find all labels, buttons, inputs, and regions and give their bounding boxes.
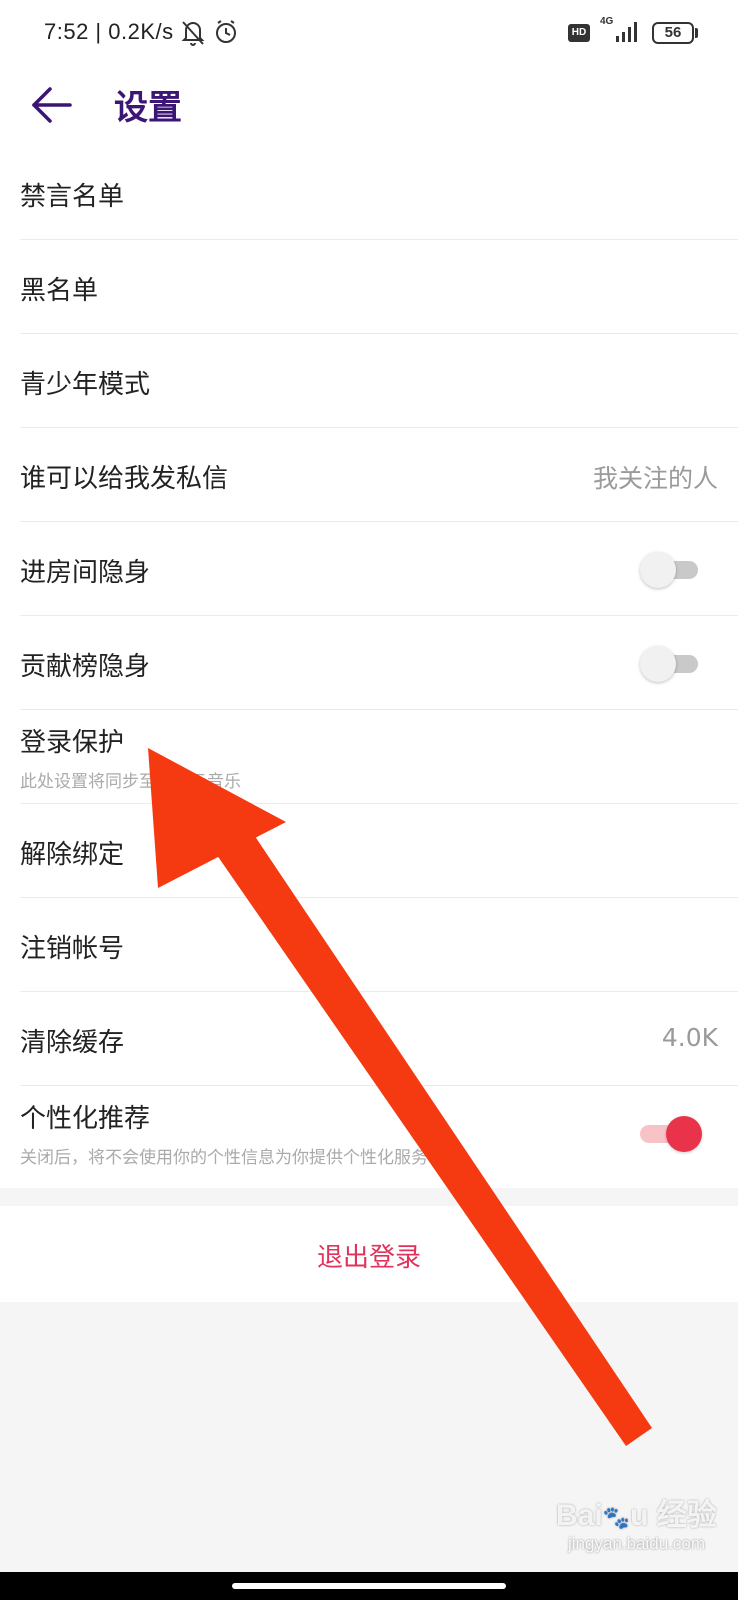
setting-label: 进房间隐身 <box>20 558 151 588</box>
setting-unbind[interactable]: 解除绑定 <box>20 804 738 898</box>
setting-private-message[interactable]: 谁可以给我发私信 我关注的人 <box>20 428 738 522</box>
toggle-knob <box>640 552 676 588</box>
toggle-knob <box>666 1116 702 1152</box>
setting-mute-list[interactable]: 禁言名单 <box>20 146 738 240</box>
page-title: 设置 <box>114 88 182 128</box>
setting-value: 我关注的人 <box>592 464 718 493</box>
setting-contribution-stealth: 贡献榜隐身 <box>20 616 738 710</box>
logout-label: 退出登录 <box>316 1243 421 1273</box>
header: 设置 <box>0 66 738 146</box>
setting-subtitle: 关闭后，将不会使用你的个性信息为你提供个性化服务 <box>20 1148 428 1168</box>
setting-label: 黑名单 <box>20 276 99 306</box>
setting-clear-cache[interactable]: 清除缓存 4.0K <box>20 992 738 1086</box>
setting-label: 贡献榜隐身 <box>20 652 151 682</box>
battery-tip <box>695 28 698 38</box>
logout-button[interactable]: 退出登录 <box>0 1206 738 1302</box>
setting-label: 青少年模式 <box>20 370 151 400</box>
setting-personalized-recommend: 个性化推荐 关闭后，将不会使用你的个性信息为你提供个性化服务 <box>20 1086 738 1180</box>
setting-teen-mode[interactable]: 青少年模式 <box>20 334 738 428</box>
setting-label: 谁可以给我发私信 <box>20 464 229 494</box>
toggle-knob <box>640 646 676 682</box>
hd-badge: HD <box>568 24 590 42</box>
home-indicator[interactable] <box>232 1583 506 1589</box>
setting-delete-account[interactable]: 注销帐号 <box>20 898 738 992</box>
bell-off-icon <box>181 21 205 46</box>
setting-label: 禁言名单 <box>20 182 125 212</box>
setting-label: 清除缓存 <box>20 1028 125 1058</box>
status-time: 7:52 | 0.2K/s <box>44 19 174 44</box>
setting-label: 登录保护 <box>20 728 125 758</box>
setting-login-protection[interactable]: 登录保护 此处设置将同步至网易云音乐 <box>20 710 738 804</box>
setting-subtitle: 此处设置将同步至网易云音乐 <box>20 772 241 792</box>
watermark-url: jingyan.baidu.com <box>568 1534 706 1553</box>
personalized-recommend-toggle[interactable] <box>640 1116 702 1152</box>
room-stealth-toggle[interactable] <box>640 552 700 588</box>
system-nav-bar <box>0 1572 738 1600</box>
setting-label: 解除绑定 <box>20 840 125 870</box>
battery-icon: 56 <box>652 22 694 44</box>
baidu-jingyan-watermark: Bai🐾u 经验 jingyan.baidu.com <box>556 1490 726 1570</box>
contribution-stealth-toggle[interactable] <box>640 646 700 682</box>
setting-room-stealth: 进房间隐身 <box>20 522 738 616</box>
status-bar: 7:52 | 0.2K/s HD 4G 56 <box>0 0 738 66</box>
alarm-icon <box>216 20 236 43</box>
back-arrow-icon[interactable] <box>30 82 76 128</box>
setting-label: 注销帐号 <box>20 934 125 964</box>
watermark-logo: Bai🐾u 经验 <box>556 1499 717 1532</box>
setting-blacklist[interactable]: 黑名单 <box>20 240 738 334</box>
signal-icon <box>616 22 637 42</box>
cache-size: 4.0K <box>661 1023 718 1052</box>
mute-and-alarm-icons <box>181 20 236 46</box>
settings-list: 禁言名单 黑名单 青少年模式 谁可以给我发私信 我关注的人 进房间隐身 贡献榜隐… <box>0 146 738 1188</box>
setting-label: 个性化推荐 <box>20 1104 151 1134</box>
